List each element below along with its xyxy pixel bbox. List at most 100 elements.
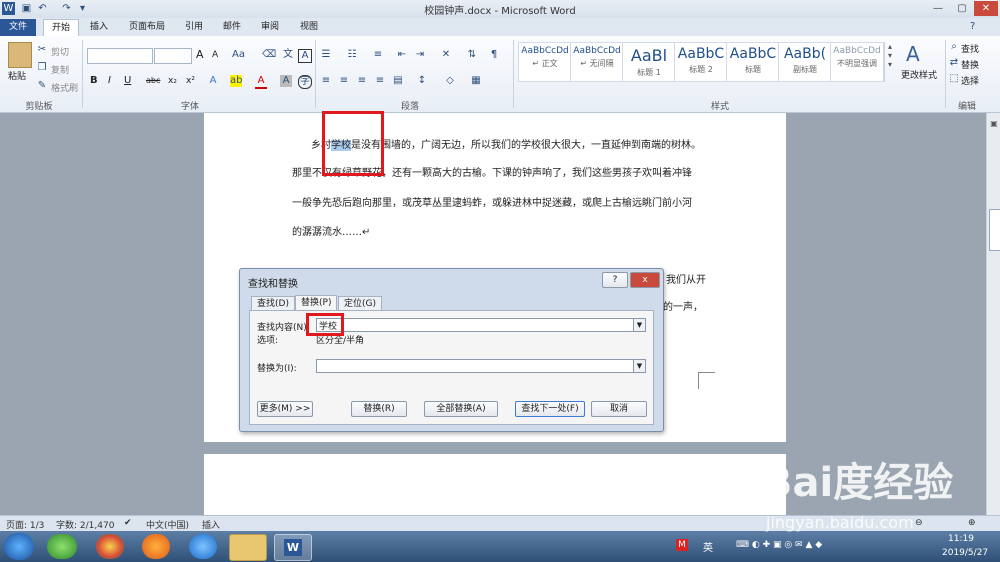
replace-one-button[interactable]: 替换(R) <box>351 401 407 417</box>
align-left-icon[interactable]: ≡ <box>320 75 332 87</box>
tab-mailings[interactable]: 邮件 <box>215 19 249 36</box>
font-color-icon[interactable]: A <box>255 75 267 89</box>
more-button[interactable]: 更多(M) >> <box>257 401 313 417</box>
text-effects-icon[interactable]: A <box>207 75 219 87</box>
app-360-icon[interactable] <box>47 534 77 559</box>
font-size-combo[interactable] <box>154 48 192 64</box>
align-right-icon[interactable]: ≡ <box>356 75 368 87</box>
tab-review[interactable]: 审阅 <box>253 19 287 36</box>
proofing-icon[interactable]: ✔ <box>124 518 132 528</box>
enclosed-char-icon[interactable]: 字 <box>298 75 312 89</box>
select-button[interactable]: 选择 <box>961 74 979 87</box>
tab-home[interactable]: 开始 <box>43 19 80 37</box>
clear-format-icon[interactable]: ⌫ <box>262 49 276 61</box>
shading-icon[interactable]: ◇ <box>444 75 456 87</box>
change-styles-button[interactable]: 更改样式 <box>901 68 937 81</box>
find-replace-dialog[interactable]: 查找和替换 ? x 查找(D) 替换(P) 定位(G) 查找内容(N): 学校 … <box>239 268 664 432</box>
find-button[interactable]: 查找 <box>961 42 979 55</box>
chrome-icon[interactable] <box>96 534 124 559</box>
paste-icon[interactable] <box>8 42 32 68</box>
clock-date[interactable]: 2019/5/27 <box>942 548 988 558</box>
phonetic-guide-icon[interactable]: 文 <box>282 49 294 61</box>
scroll-thumb[interactable] <box>989 209 1000 251</box>
tray-m-icon[interactable]: M <box>676 539 688 551</box>
paste-button[interactable]: 粘贴 <box>8 69 26 82</box>
char-shading-icon[interactable]: A <box>280 75 292 87</box>
find-next-button[interactable]: 查找下一处(F) <box>515 401 585 417</box>
sort-icon[interactable]: ⇅ <box>466 49 478 61</box>
tab-references[interactable]: 引用 <box>177 19 211 36</box>
format-painter-icon[interactable]: ✎ <box>36 80 48 92</box>
help-icon[interactable]: ? <box>970 21 975 32</box>
doc-line-5-tail[interactable]: 我们从开 <box>666 271 706 286</box>
copy-button[interactable]: 复制 <box>51 63 69 76</box>
align-center-icon[interactable]: ≡ <box>338 75 350 87</box>
maximize-icon[interactable]: ▢ <box>950 1 974 16</box>
chevron-down-icon[interactable]: ▼ <box>633 360 645 372</box>
firefox-icon[interactable] <box>142 534 170 559</box>
style-item[interactable]: AaBbCcDd 不明显强调 <box>830 42 884 82</box>
start-button[interactable] <box>4 533 34 560</box>
chevron-down-icon[interactable]: ▼ <box>633 319 645 331</box>
status-insert-mode[interactable]: 插入 <box>202 518 220 531</box>
bold-button[interactable]: B <box>90 75 98 86</box>
style-item[interactable]: AaBbCcDd ↵ 正文 <box>518 42 572 82</box>
chinese-layout-icon[interactable]: ✕ <box>440 49 452 61</box>
tray-icons[interactable]: ⌨ ◐ ✚ ▣ ◎ ✉ ▲ ◆ <box>736 540 822 550</box>
replace-with-input[interactable]: ▼ <box>316 359 646 373</box>
tab-view[interactable]: 视图 <box>292 19 326 36</box>
font-name-combo[interactable] <box>87 48 153 64</box>
find-icon[interactable]: ⌕ <box>948 41 960 53</box>
replace-all-button[interactable]: 全部替换(A) <box>424 401 498 417</box>
style-item[interactable]: AaBbC 标题 <box>726 42 780 82</box>
document-page-2[interactable] <box>204 454 786 515</box>
copy-icon[interactable]: ❐ <box>36 62 48 74</box>
style-item[interactable]: AaBb(副标题 <box>778 42 832 82</box>
replace-icon[interactable]: ⇄ <box>948 57 960 69</box>
doc-line-4[interactable]: 的潺潺流水……↵ <box>292 223 370 238</box>
replace-button[interactable]: 替换 <box>961 58 979 71</box>
tab-file[interactable]: 文件 <box>0 19 36 36</box>
borders-icon[interactable]: ▦ <box>470 75 482 87</box>
decrease-indent-icon[interactable]: ⇤ <box>396 49 408 61</box>
styles-scroll-icon[interactable]: ▴ ▾ ▾ <box>884 42 895 82</box>
style-item[interactable]: AaBl 标题 1 <box>622 42 676 82</box>
multilevel-list-icon[interactable]: ≡ <box>372 49 384 61</box>
justify-icon[interactable]: ≡ <box>374 75 386 87</box>
change-case-icon[interactable]: Aa <box>232 49 245 61</box>
dialog-tab-replace[interactable]: 替换(P) <box>295 295 338 311</box>
zoom-in-icon[interactable]: ⊕ <box>968 518 976 528</box>
tab-insert[interactable]: 插入 <box>82 19 116 36</box>
doc-line-3[interactable]: 一般争先恐后跑向那里，或茂草丛里逮蚂蚱，或躲进林中捉迷藏，或爬上古榆远眺门前小河 <box>292 194 692 209</box>
dialog-close-button[interactable]: x <box>630 272 660 288</box>
dialog-tab-find[interactable]: 查找(D) <box>251 296 295 311</box>
format-painter-button[interactable]: 格式刷 <box>51 81 78 94</box>
distributed-icon[interactable]: ▤ <box>392 75 404 87</box>
minimize-icon[interactable]: — <box>926 1 950 16</box>
word-taskbar-button[interactable]: W <box>274 534 312 561</box>
bullets-icon[interactable]: ☰ <box>320 49 332 61</box>
increase-indent-icon[interactable]: ⇥ <box>414 49 426 61</box>
show-marks-icon[interactable]: ¶ <box>488 49 500 61</box>
ruler-toggle-icon[interactable]: ▣ <box>989 119 999 129</box>
explorer-icon[interactable] <box>229 534 267 561</box>
style-item[interactable]: AaBbCcDd ↵ 无间隔 <box>570 42 624 82</box>
status-words[interactable]: 字数: 2/1,470 <box>56 518 114 531</box>
zoom-out-icon[interactable]: ⊖ <box>915 518 923 528</box>
close-icon[interactable]: ✕ <box>974 1 998 16</box>
doc-line-6-tail[interactable]: 的一声， <box>663 298 703 313</box>
highlight-color-icon[interactable]: ab <box>230 75 242 87</box>
status-language[interactable]: 中文(中国) <box>146 518 189 531</box>
clock-time[interactable]: 11:19 <box>948 534 974 544</box>
style-item[interactable]: AaBbC 标题 2 <box>674 42 728 82</box>
find-what-input[interactable]: 学校 ▼ <box>316 318 646 332</box>
select-icon[interactable]: ⬚ <box>948 73 960 85</box>
ie-icon[interactable] <box>189 534 217 559</box>
cut-button[interactable]: 剪切 <box>51 45 69 58</box>
tab-page-layout[interactable]: 页面布局 <box>121 19 173 36</box>
char-border-icon[interactable]: A <box>298 49 312 63</box>
scissors-icon[interactable]: ✂ <box>36 44 48 56</box>
line-spacing-icon[interactable]: ↕ <box>416 75 428 87</box>
vertical-scrollbar[interactable]: ▣ <box>986 113 1000 515</box>
dialog-tab-goto[interactable]: 定位(G) <box>338 296 382 311</box>
